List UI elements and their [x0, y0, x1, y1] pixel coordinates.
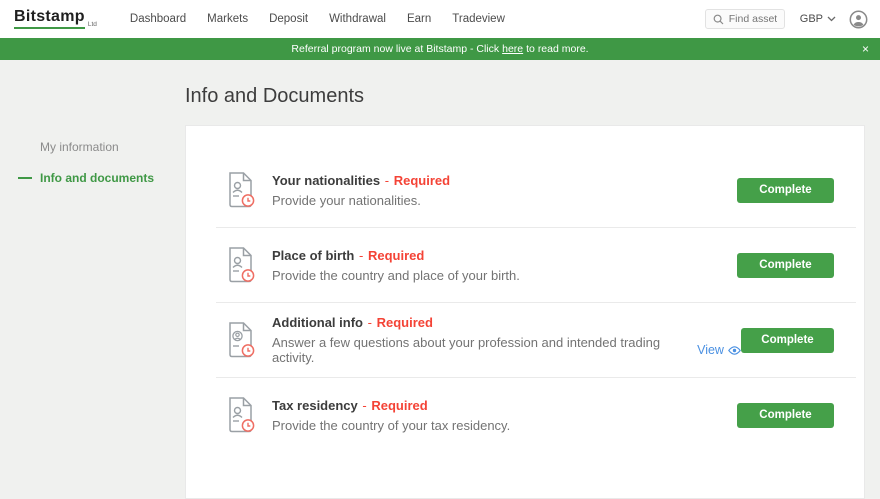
required-badge: Required — [367, 247, 425, 263]
task-description: Answer a few questions about your profes… — [272, 335, 661, 365]
task-description: Provide the country of your tax residenc… — [272, 417, 511, 433]
task-description: Provide your nationalities. — [272, 192, 421, 208]
search-icon — [713, 14, 724, 24]
main-nav: Dashboard Markets Deposit Withdrawal Ear… — [130, 13, 505, 25]
title-separator: - — [358, 247, 364, 263]
complete-button[interactable]: Complete — [737, 402, 834, 428]
nav-item-tradeview[interactable]: Tradeview — [452, 13, 505, 25]
account-menu[interactable] — [849, 10, 868, 29]
banner-text-after: to read more. — [526, 43, 589, 55]
title-separator: - — [362, 397, 367, 413]
page-title: Info and Documents — [185, 85, 364, 107]
document-person-pending-icon — [229, 247, 255, 283]
task-title: Your nationalities — [272, 172, 381, 188]
task-row-additional-info: Additional info - Required Answer a few … — [186, 303, 864, 377]
tasks-card: Your nationalities - Required Provide yo… — [185, 125, 865, 499]
nav-item-withdrawal[interactable]: Withdrawal — [329, 13, 386, 25]
document-person-pending-icon — [229, 322, 255, 358]
task-title: Place of birth — [272, 247, 355, 263]
sidebar-item-label: Info and documents — [40, 171, 154, 185]
title-separator: - — [384, 172, 390, 188]
nav-item-earn[interactable]: Earn — [407, 13, 431, 25]
task-text: Your nationalities - Required Provide yo… — [272, 173, 450, 208]
task-text: Additional info - Required Answer a few … — [272, 315, 741, 365]
title-separator: - — [367, 315, 372, 330]
sidebar-item-label: My information — [40, 140, 119, 154]
app-window: Bitstamp Ltd Dashboard Markets Deposit W… — [0, 0, 880, 499]
task-title: Additional info — [272, 315, 363, 330]
required-badge: Required — [376, 315, 433, 330]
banner-text-before: Referral program now live at Bitstamp - … — [291, 43, 500, 55]
top-navbar: Bitstamp Ltd Dashboard Markets Deposit W… — [0, 0, 880, 38]
view-link[interactable]: View — [697, 343, 741, 357]
banner-link[interactable]: here — [502, 43, 523, 55]
nav-item-markets[interactable]: Markets — [207, 13, 248, 25]
content-area: My information Info and documents Info a… — [0, 60, 880, 499]
search-input[interactable] — [728, 13, 777, 25]
chevron-down-icon — [827, 16, 836, 22]
bitstamp-logo[interactable]: Bitstamp Ltd — [14, 8, 97, 29]
sidebar-item-info-and-documents[interactable]: Info and documents — [0, 165, 185, 191]
nav-item-deposit[interactable]: Deposit — [269, 13, 308, 25]
logo-text: Bitstamp — [14, 8, 85, 29]
task-title: Tax residency — [272, 397, 358, 413]
complete-button[interactable]: Complete — [737, 177, 834, 203]
nav-item-dashboard[interactable]: Dashboard — [130, 13, 186, 25]
complete-button[interactable]: Complete — [737, 252, 834, 278]
view-link-label: View — [697, 343, 724, 357]
sidebar-item-my-information[interactable]: My information — [0, 134, 185, 160]
asset-search-box[interactable] — [704, 9, 785, 29]
task-row-tax-residency: Tax residency - Required Provide the cou… — [186, 378, 864, 452]
required-badge: Required — [393, 172, 451, 188]
main-panel: Info and Documents Your nationalities - … — [185, 60, 880, 499]
sidebar: My information Info and documents — [0, 60, 185, 495]
complete-button[interactable]: Complete — [740, 327, 834, 353]
required-badge: Required — [371, 397, 428, 413]
logo-suffix: Ltd — [87, 20, 97, 28]
avatar-icon — [849, 10, 868, 28]
task-row-your-nationalities: Your nationalities - Required Provide yo… — [186, 153, 864, 227]
currency-selector[interactable]: GBP — [800, 13, 836, 25]
task-description: Provide the country and place of your bi… — [272, 267, 520, 283]
currency-value: GBP — [799, 13, 823, 25]
eye-icon — [728, 345, 741, 355]
task-row-place-of-birth: Place of birth - Required Provide the co… — [186, 228, 864, 302]
task-text: Place of birth - Required Provide the co… — [272, 248, 520, 283]
task-text: Tax residency - Required Provide the cou… — [272, 398, 510, 433]
close-icon[interactable]: × — [862, 38, 869, 60]
announcement-banner: Referral program now live at Bitstamp - … — [0, 38, 880, 60]
document-person-pending-icon — [229, 172, 255, 208]
document-person-pending-icon — [229, 397, 255, 433]
active-item-dash — [18, 177, 32, 179]
